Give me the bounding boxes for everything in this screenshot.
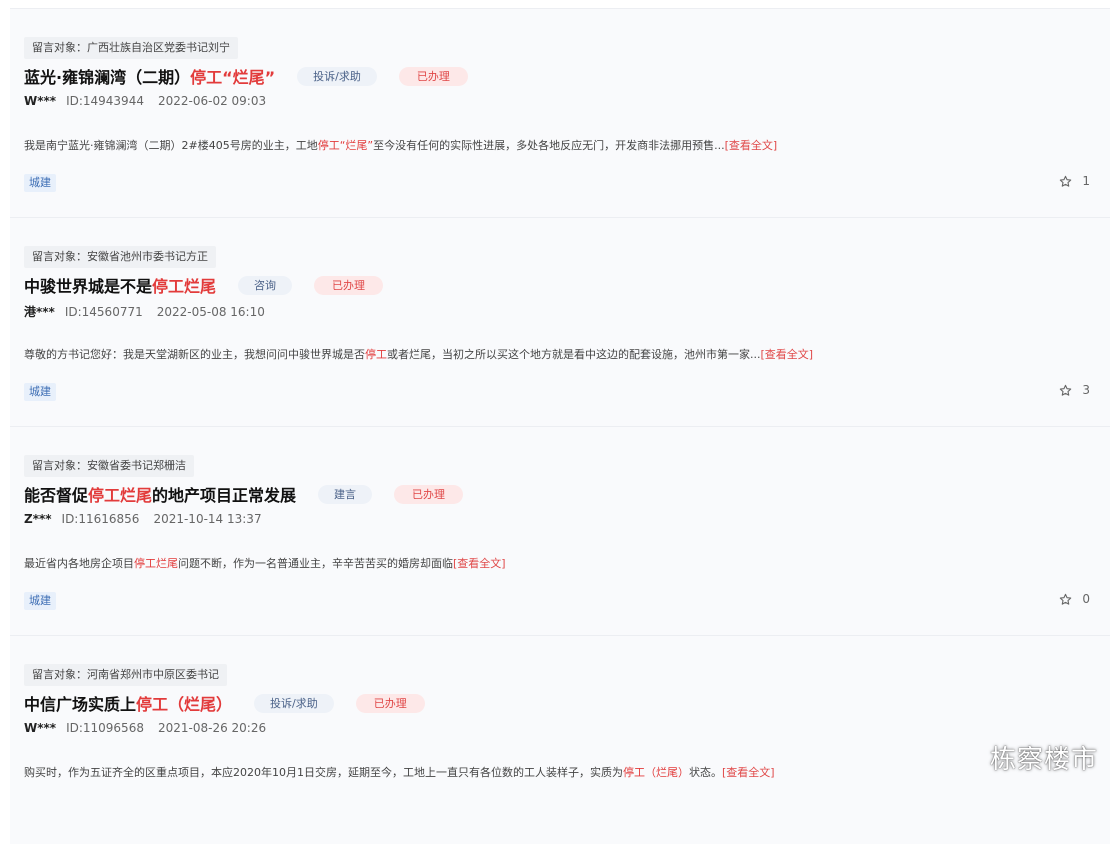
read-more-link[interactable]: [查看全文] [453, 557, 506, 570]
message-meta: 港*** ID:14560771 2022-05-08 16:10 [24, 303, 265, 320]
message-id: ID:14560771 [64, 305, 143, 319]
summary-highlight: 停工 [365, 348, 387, 361]
message-title[interactable]: 蓝光·雍锦澜湾（二期）停工“烂尾” [24, 64, 275, 88]
status-badge: 已办理 [394, 484, 464, 504]
message-list: 留言对象：广西壮族自治区党委书记刘宁 蓝光·雍锦澜湾（二期）停工“烂尾” 投诉/… [10, 8, 1110, 844]
message-meta: Z*** ID:11616856 2021-10-14 13:37 [24, 512, 262, 526]
summary-text-end: 状态。 [689, 766, 722, 779]
message-id: ID:11616856 [61, 512, 140, 526]
message-title[interactable]: 中骏世界城是不是停工烂尾 [24, 273, 216, 297]
message-title-row: 蓝光·雍锦澜湾（二期）停工“烂尾” 投诉/求助 已办理 [24, 64, 468, 88]
message-summary: 我是南宁蓝光·雍锦澜湾（二期）2#楼405号房的业主，工地停工“烂尾”至今没有任… [24, 137, 777, 153]
watermark-text: 栋察楼市 [989, 745, 1098, 775]
status-badge: 已办理 [355, 693, 425, 713]
message-title-row: 中信广场实质上停工（烂尾） 投诉/求助 已办理 [24, 691, 425, 715]
favorite-button[interactable]: 0 [1059, 592, 1090, 606]
message-id: ID:14943944 [66, 94, 144, 108]
favorite-count: 3 [1082, 383, 1090, 397]
status-badge: 已办理 [398, 66, 468, 86]
user-name: 港*** [24, 305, 55, 319]
message-time: 2022-06-02 09:03 [157, 94, 267, 108]
favorite-count: 1 [1082, 174, 1090, 188]
favorite-button[interactable]: 1 [1059, 174, 1090, 188]
message-time: 2022-05-08 16:10 [156, 305, 265, 319]
summary-text: 最近省内各地房企项目 [24, 557, 134, 570]
title-text: 中信广场实质上 [24, 695, 137, 714]
summary-text: 尊敬的方书记您好：我是天堂湖新区的业主，我想问问中骏世界城是否 [24, 348, 365, 361]
summary-highlight: 停工烂尾 [134, 557, 178, 570]
title-text: 蓝光·雍锦澜湾（二期） [24, 68, 191, 87]
user-name: Z*** [24, 512, 52, 526]
summary-text-end: 问题不断，作为一名普通业主，辛辛苦苦买的婚房却面临 [178, 557, 453, 570]
summary-highlight: 停工（烂尾） [623, 766, 689, 779]
star-icon [1060, 384, 1072, 396]
message-title[interactable]: 能否督促停工烂尾的地产项目正常发展 [24, 482, 296, 506]
summary-text: 购买时，作为五证齐全的区重点项目，本应2020年10月1日交房，延期至今，工地上… [24, 766, 623, 779]
summary-text-end: 或者烂尾，当初之所以买这个地方就是看中这边的配套设施，池州市第一家... [387, 348, 761, 361]
message-time: 2021-10-14 13:37 [153, 512, 262, 526]
status-badge: 已办理 [314, 275, 384, 295]
category-tag: 投诉/求助 [254, 693, 334, 713]
star-icon [1060, 593, 1072, 605]
message-card[interactable]: 留言对象：河南省郑州市中原区委书记 中信广场实质上停工（烂尾） 投诉/求助 已办… [10, 635, 1110, 844]
read-more-link[interactable]: [查看全文] [725, 139, 778, 152]
message-summary: 购买时，作为五证齐全的区重点项目，本应2020年10月1日交房，延期至今，工地上… [24, 764, 775, 780]
summary-text: 我是南宁蓝光·雍锦澜湾（二期）2#楼405号房的业主，工地 [24, 139, 318, 152]
message-id: ID:11096568 [66, 721, 144, 735]
summary-text-end: 至今没有任何的实际性进展，多处各地反应无门，开发商非法挪用预售... [373, 139, 725, 152]
message-summary: 最近省内各地房企项目停工烂尾问题不断，作为一名普通业主，辛辛苦苦买的婚房却面临[… [24, 555, 506, 571]
message-summary: 尊敬的方书记您好：我是天堂湖新区的业主，我想问问中骏世界城是否停工或者烂尾，当初… [24, 346, 813, 362]
message-meta: W*** ID:11096568 2021-08-26 20:26 [24, 721, 266, 735]
category-tag: 咨询 [238, 275, 293, 295]
title-text: 中骏世界城是不是 [24, 277, 153, 296]
title-text: 能否督促 [24, 486, 89, 505]
title-highlight: 停工“烂尾” [190, 68, 276, 87]
user-name: W*** [24, 94, 57, 108]
message-card[interactable]: 留言对象：安徽省委书记郑栅洁 能否督促停工烂尾的地产项目正常发展 建言 已办理 … [10, 426, 1110, 635]
favorite-button[interactable]: 3 [1059, 383, 1090, 397]
message-title[interactable]: 中信广场实质上停工（烂尾） [24, 691, 232, 715]
title-highlight: 停工烂尾 [88, 486, 153, 505]
message-card[interactable]: 留言对象：广西壮族自治区党委书记刘宁 蓝光·雍锦澜湾（二期）停工“烂尾” 投诉/… [10, 8, 1110, 217]
category-tag: 投诉/求助 [297, 66, 377, 86]
topic-tag[interactable]: 城建 [24, 592, 56, 610]
message-title-row: 能否督促停工烂尾的地产项目正常发展 建言 已办理 [24, 482, 464, 506]
title-highlight: 停工烂尾 [152, 277, 217, 296]
read-more-link[interactable]: [查看全文] [722, 766, 775, 779]
summary-highlight: 停工“烂尾” [317, 139, 374, 152]
title-highlight: 停工（烂尾） [136, 695, 233, 714]
read-more-link[interactable]: [查看全文] [761, 348, 814, 361]
title-text-end: 的地产项目正常发展 [152, 486, 297, 505]
message-card[interactable]: 留言对象：安徽省池州市委书记方正 中骏世界城是不是停工烂尾 咨询 已办理 港**… [10, 217, 1110, 426]
recipient-label: 留言对象：安徽省池州市委书记方正 [24, 246, 216, 268]
topic-tag[interactable]: 城建 [24, 174, 56, 192]
star-icon [1060, 175, 1072, 187]
recipient-label: 留言对象：河南省郑州市中原区委书记 [24, 664, 227, 686]
user-name: W*** [24, 721, 57, 735]
message-meta: W*** ID:14943944 2022-06-02 09:03 [24, 94, 266, 108]
recipient-label: 留言对象：广西壮族自治区党委书记刘宁 [24, 37, 238, 59]
topic-tag[interactable]: 城建 [24, 383, 56, 401]
category-tag: 建言 [318, 484, 373, 504]
message-title-row: 中骏世界城是不是停工烂尾 咨询 已办理 [24, 273, 384, 297]
recipient-label: 留言对象：安徽省委书记郑栅洁 [24, 455, 194, 477]
message-time: 2021-08-26 20:26 [157, 721, 267, 735]
favorite-count: 0 [1082, 592, 1090, 606]
